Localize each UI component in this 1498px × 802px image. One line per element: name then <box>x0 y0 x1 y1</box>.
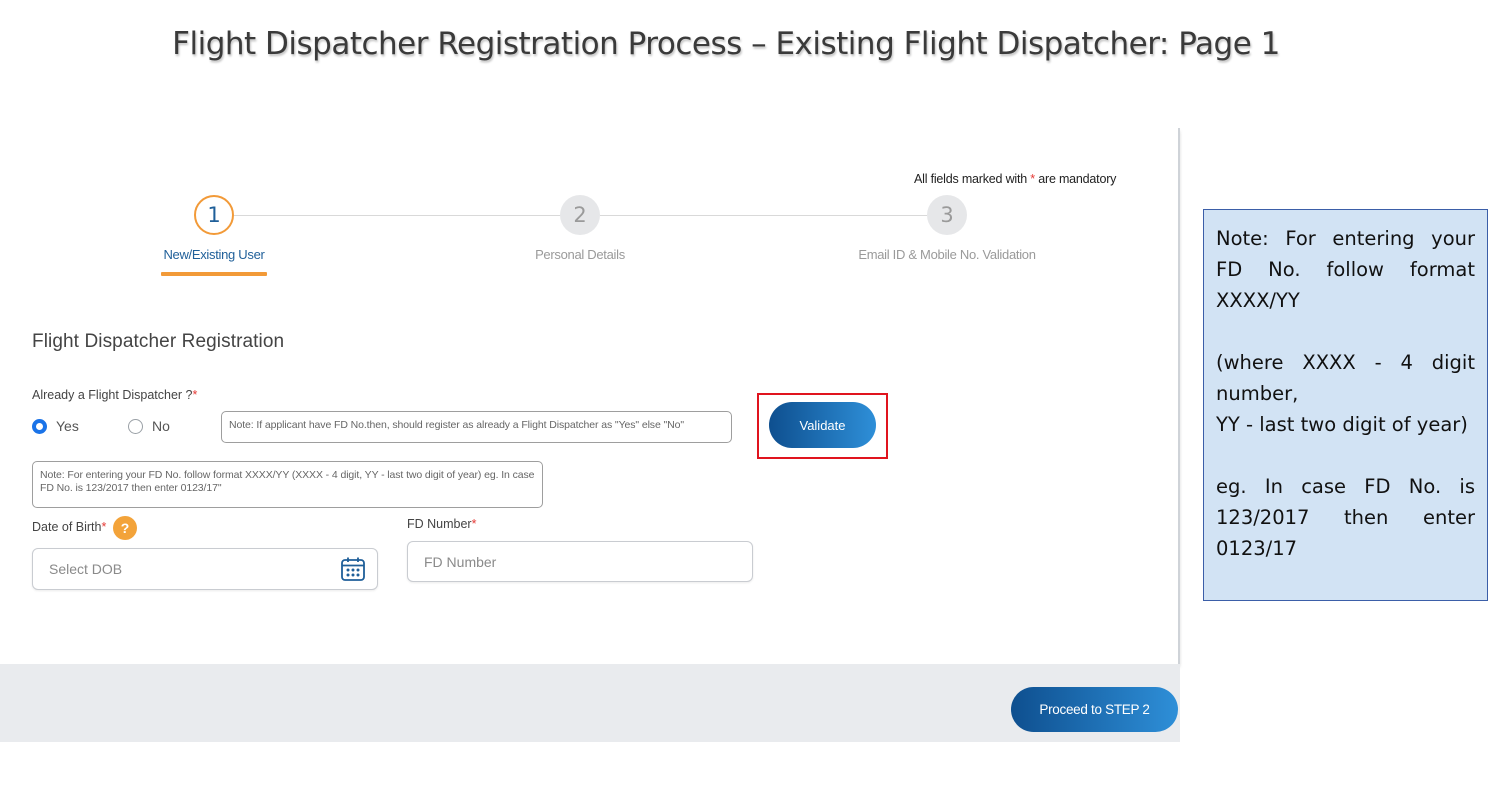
step-1-circle[interactable]: 1 <box>194 195 234 235</box>
already-dispatcher-text: Already a Flight Dispatcher ? <box>32 388 193 402</box>
section-title: Flight Dispatcher Registration <box>32 331 285 352</box>
mandatory-prefix: All fields marked with <box>914 172 1031 186</box>
applicant-note: Note: If applicant have FD No.then, shou… <box>221 411 732 443</box>
step-2-number: 2 <box>573 203 587 227</box>
fd-number-label: FD Number* <box>407 517 476 531</box>
already-dispatcher-label: Already a Flight Dispatcher ?* <box>32 388 197 402</box>
radio-yes-dot <box>32 418 47 434</box>
stepper-line-1 <box>234 215 561 216</box>
footer-band <box>0 664 1180 742</box>
step-1-number: 1 <box>207 203 221 227</box>
step-1-label[interactable]: New/Existing User <box>154 247 274 262</box>
step-active-underline <box>161 272 267 276</box>
registration-panel: All fields marked with * are mandatory 1… <box>0 128 1180 664</box>
required-mark: * <box>192 388 198 402</box>
side-note-line-4: eg. In case FD No. is 123/2017 then ente… <box>1216 475 1475 560</box>
radio-yes-label: Yes <box>56 418 79 434</box>
step-2-label[interactable]: Personal Details <box>510 247 650 262</box>
proceed-step-2-button[interactable]: Proceed to STEP 2 <box>1011 687 1178 732</box>
fd-number-input[interactable]: FD Number <box>407 541 753 582</box>
step-2-circle[interactable]: 2 <box>560 195 600 235</box>
mandatory-suffix: are mandatory <box>1034 172 1117 186</box>
slide-title: Flight Dispatcher Registration Process –… <box>172 26 1280 62</box>
step-3-number: 3 <box>940 203 954 227</box>
step-3-circle[interactable]: 3 <box>927 195 967 235</box>
radio-no-dot <box>128 418 143 434</box>
calendar-icon[interactable] <box>340 556 366 582</box>
radio-no-label: No <box>152 418 170 434</box>
side-note-line-2: (where XXXX - 4 digit number, <box>1216 351 1475 405</box>
question-icon[interactable]: ? <box>113 516 137 540</box>
side-note-line-3: YY - last two digit of year) <box>1216 413 1468 436</box>
validate-button[interactable]: Validate <box>769 402 876 448</box>
mandatory-note: All fields marked with * are mandatory <box>914 172 1116 186</box>
dob-input[interactable]: Select DOB <box>32 548 378 590</box>
fd-number-placeholder: FD Number <box>424 553 497 570</box>
dob-label: Date of Birth* <box>32 520 106 534</box>
side-note-line-1: Note: For entering your FD No. follow fo… <box>1216 227 1475 312</box>
fd-number-label-text: FD Number <box>407 517 472 531</box>
dob-required-mark: * <box>101 520 107 534</box>
stepper-line-2 <box>600 215 927 216</box>
dob-label-text: Date of Birth <box>32 520 102 534</box>
fd-required-mark: * <box>471 517 477 531</box>
dob-placeholder: Select DOB <box>49 561 123 577</box>
format-note: Note: For entering your FD No. follow fo… <box>32 461 543 508</box>
radio-yes[interactable]: Yes <box>32 418 79 434</box>
format-side-note: Note: For entering your FD No. follow fo… <box>1203 209 1488 601</box>
step-3-label[interactable]: Email ID & Mobile No. Validation <box>837 247 1057 262</box>
radio-no[interactable]: No <box>128 418 170 434</box>
